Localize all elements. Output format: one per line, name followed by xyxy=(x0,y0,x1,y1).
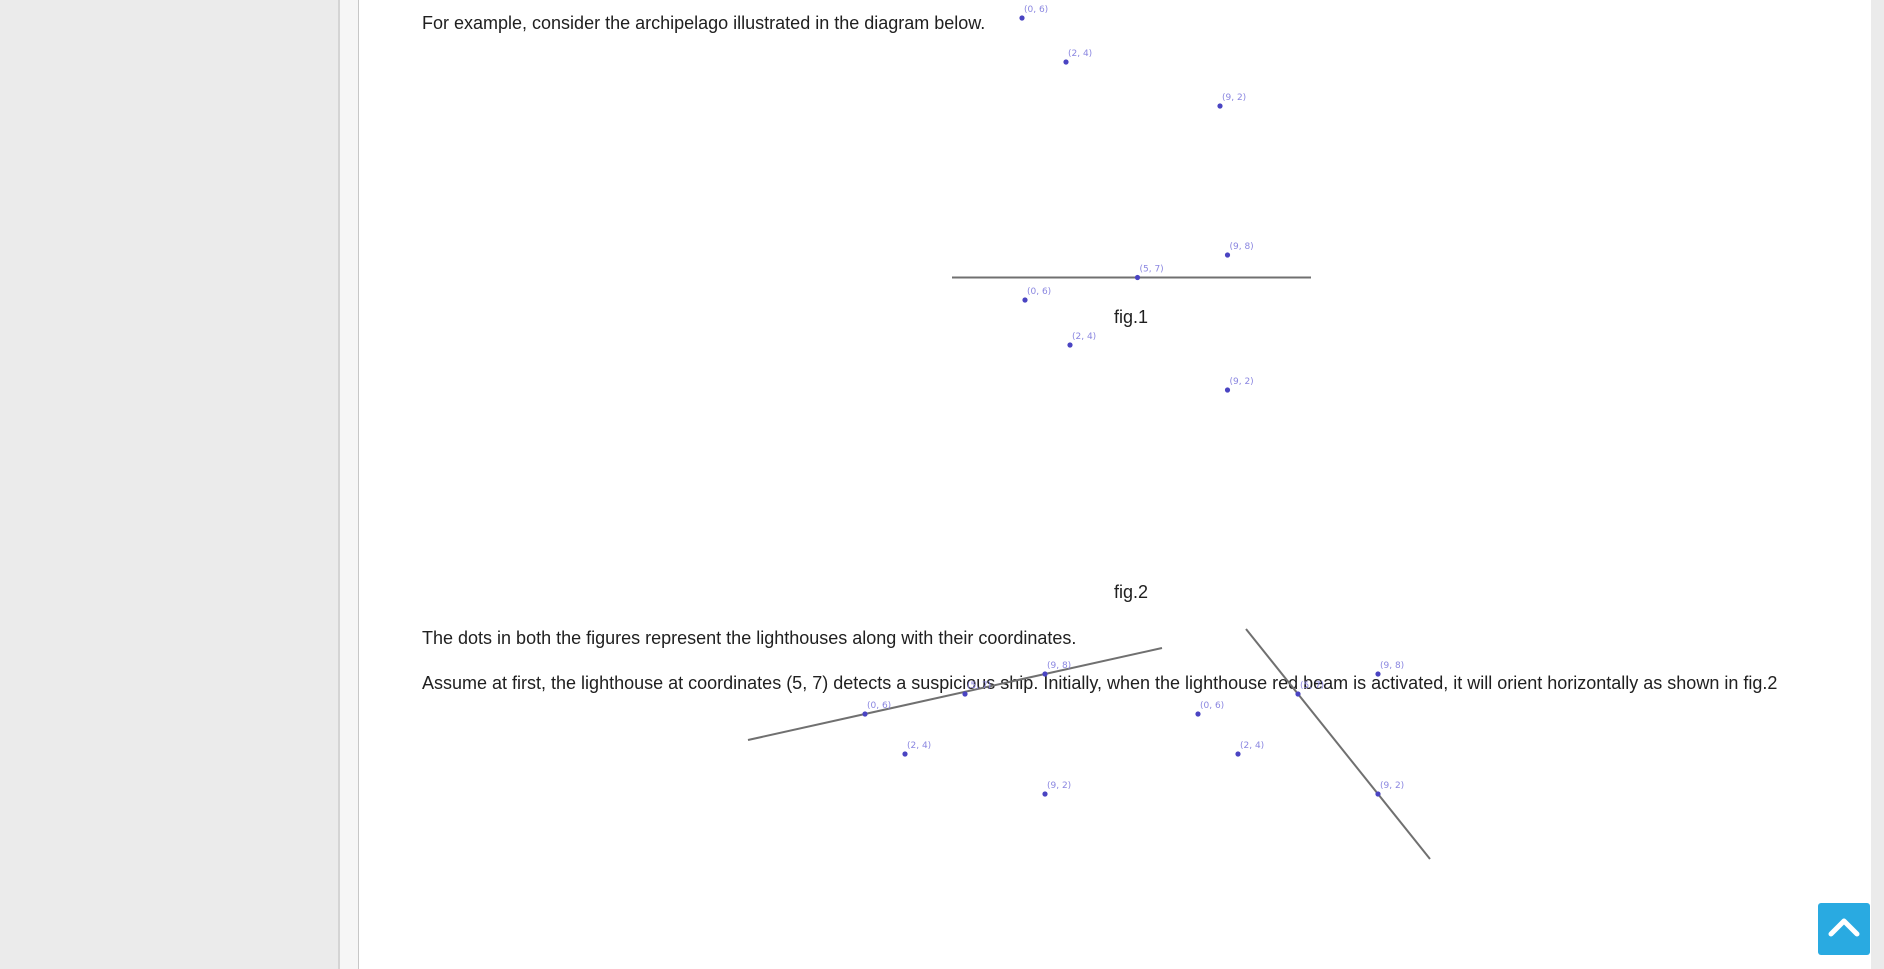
lighthouse-dot xyxy=(1235,751,1241,757)
lighthouse-label: (9, 2) xyxy=(1380,781,1404,791)
scroll-to-top-button[interactable] xyxy=(1818,903,1870,955)
lighthouse-dot xyxy=(1375,671,1381,677)
lighthouse-label: (0, 6) xyxy=(1200,701,1224,711)
lighthouse-dot xyxy=(1295,691,1301,697)
lighthouse-dot xyxy=(1195,711,1201,717)
chevron-up-icon xyxy=(1827,916,1861,943)
lighthouse-dot xyxy=(1375,791,1381,797)
lighthouse-label: (9, 8) xyxy=(1380,661,1404,671)
sidebar-gutter xyxy=(340,0,358,969)
lighthouse-label: (5, 7) xyxy=(1300,681,1324,691)
left-sidebar xyxy=(0,0,340,969)
lighthouse-label: (2, 4) xyxy=(1240,741,1264,751)
content-panel: For example, consider the archipelago il… xyxy=(358,0,1871,969)
figure-4-diagram: (0, 6) (5, 7) (9, 8) (2, 4) (9, 2) xyxy=(1195,628,1431,860)
